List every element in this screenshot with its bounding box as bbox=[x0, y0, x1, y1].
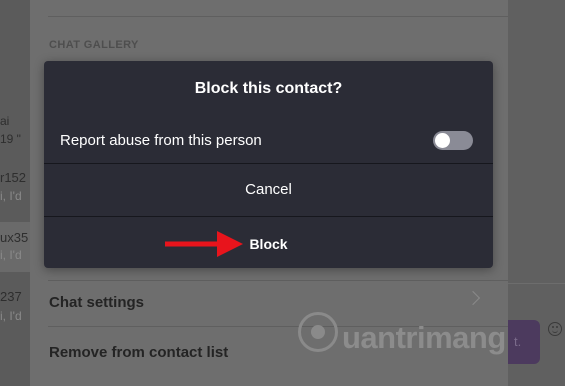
divider bbox=[48, 16, 508, 17]
watermark-text: uantrimang bbox=[342, 320, 506, 355]
send-button[interactable]: t. bbox=[508, 320, 540, 364]
chat-time: 19 " bbox=[0, 132, 21, 146]
divider bbox=[48, 280, 508, 281]
chat-preview: i, I'd bbox=[0, 248, 22, 262]
chat-name: r152 bbox=[0, 170, 27, 185]
watermark-logo-icon bbox=[298, 312, 338, 352]
chat-name: ux35 bbox=[0, 230, 29, 245]
block-contact-dialog: Block this contact? Report abuse from th… bbox=[44, 61, 493, 268]
toggle-knob bbox=[435, 133, 450, 148]
red-arrow-icon bbox=[165, 231, 243, 257]
dialog-title: Block this contact? bbox=[194, 80, 343, 97]
divider bbox=[508, 283, 565, 284]
chat-preview: ai bbox=[0, 114, 10, 128]
report-abuse-label: Report abuse from this person bbox=[60, 132, 262, 149]
report-abuse-toggle[interactable] bbox=[433, 131, 473, 150]
chat-name: 237 bbox=[0, 289, 22, 304]
chat-preview: i, I'd bbox=[0, 189, 22, 203]
section-header-chat-gallery: CHAT GALLERY bbox=[49, 39, 139, 51]
emoji-icon[interactable] bbox=[548, 322, 562, 336]
cancel-button[interactable]: Cancel bbox=[44, 164, 493, 216]
chat-settings-row[interactable]: Chat settings bbox=[49, 294, 489, 311]
chat-preview: i, I'd bbox=[0, 309, 22, 323]
block-button[interactable]: Block bbox=[44, 217, 493, 269]
app-window: ai 19 " r152 i, I'd ux35 i, I'd 237 i, I… bbox=[0, 0, 565, 386]
